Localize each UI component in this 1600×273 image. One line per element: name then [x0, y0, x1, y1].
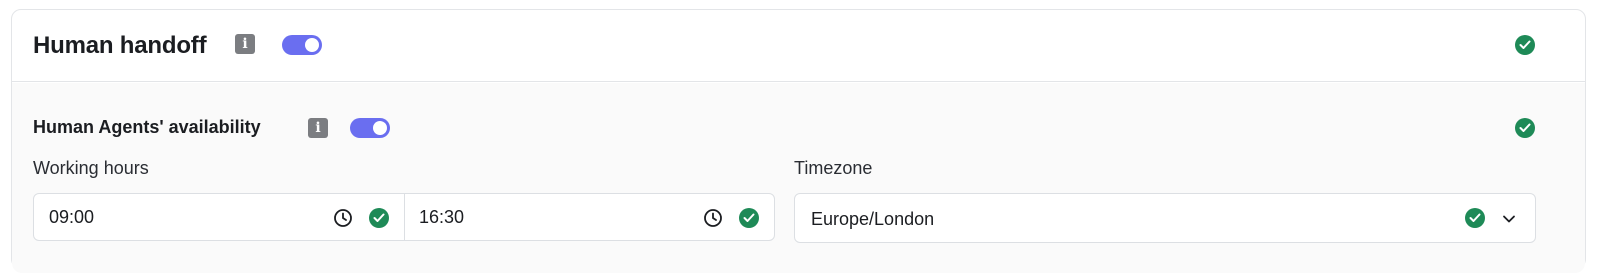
info-icon[interactable]: i: [235, 34, 255, 54]
end-time-input[interactable]: 16:30: [419, 207, 464, 228]
start-time-input[interactable]: 09:00: [49, 207, 94, 228]
check-circle-icon: [1465, 208, 1485, 228]
human-handoff-card: Human handoff i Human Agents' availabili…: [11, 9, 1586, 273]
card-header: Human handoff i: [12, 10, 1585, 82]
timezone-label: Timezone: [794, 158, 873, 178]
chevron-down-icon[interactable]: [1499, 209, 1519, 229]
check-circle-icon: [739, 208, 759, 228]
page-title: Human handoff: [33, 32, 207, 59]
working-hours-field: 09:00 16:30: [33, 193, 775, 241]
section-title: Human Agents' availability: [33, 117, 261, 137]
timezone-select[interactable]: Europe/London: [794, 193, 1536, 243]
timezone-value: Europe/London: [811, 209, 935, 229]
clock-icon[interactable]: [703, 208, 723, 228]
check-circle-icon: [369, 208, 389, 228]
working-hours-label: Working hours: [33, 158, 149, 178]
availability-section: Human Agents' availability i Working hou…: [12, 83, 1585, 273]
availability-toggle[interactable]: [350, 118, 390, 138]
toggle-knob: [373, 121, 387, 135]
human-handoff-toggle[interactable]: [282, 35, 322, 55]
check-circle-icon: [1515, 118, 1535, 138]
clock-icon[interactable]: [333, 208, 353, 228]
info-icon[interactable]: i: [308, 118, 328, 138]
toggle-knob: [305, 38, 319, 52]
check-circle-icon: [1515, 35, 1535, 55]
hours-divider: [404, 194, 405, 240]
